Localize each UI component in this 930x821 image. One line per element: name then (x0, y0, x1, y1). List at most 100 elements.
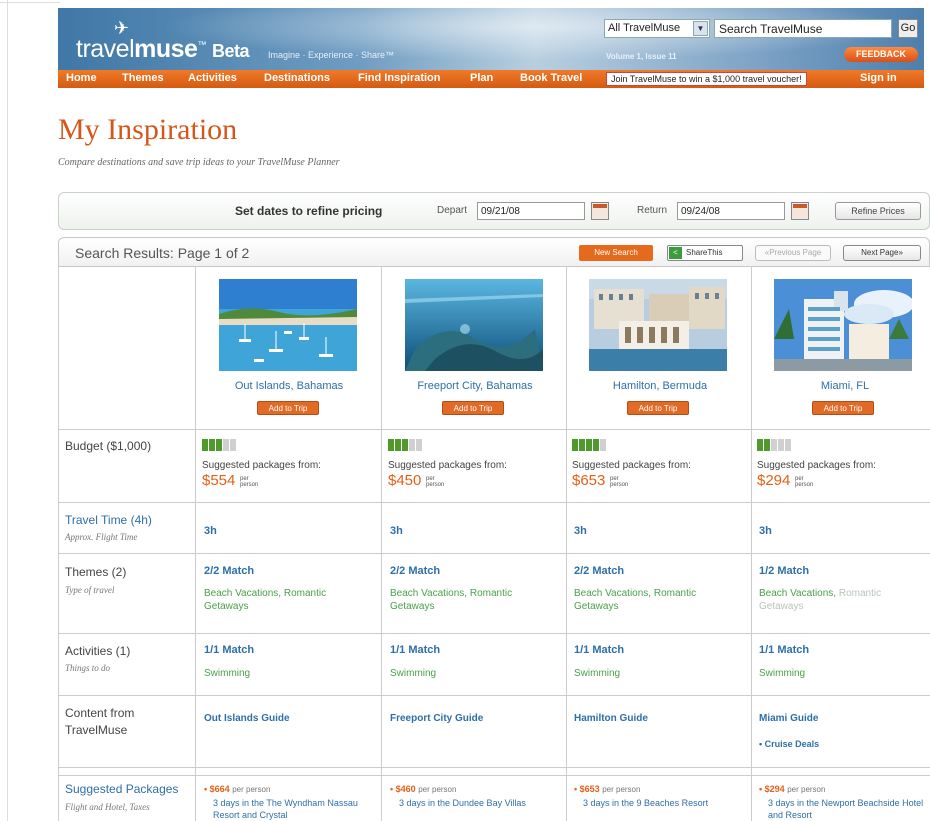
nav-home[interactable]: Home (66, 72, 97, 84)
travel-time-row-label[interactable]: Travel Time (4h) (65, 513, 152, 527)
package-offer-price[interactable]: • $294 per person (759, 784, 825, 794)
add-to-trip-button[interactable]: Add to Trip (442, 401, 504, 415)
calendar-icon[interactable] (791, 202, 809, 220)
activity-name: Swimming (574, 668, 621, 679)
travel-time-value: 3h (390, 525, 403, 537)
new-search-button[interactable]: New Search (579, 245, 653, 261)
packages-row-label[interactable]: Suggested Packages (65, 782, 178, 796)
share-this-button[interactable]: < ShareThis (667, 245, 743, 261)
activity-name: Swimming (204, 668, 251, 679)
per-person-unit: per person (426, 476, 444, 488)
share-icon: < (669, 247, 682, 259)
theme-list: Beach Vacations, Romantic Getaways (204, 587, 364, 613)
results-label: Search Results: Page 1 of 2 (75, 245, 250, 261)
person-line: person (610, 482, 629, 488)
promo-banner[interactable]: Join TravelMuse to win a $1,000 travel v… (606, 72, 807, 86)
package-offer-unit: per person (418, 785, 457, 794)
destination-name-link[interactable]: Hamilton, Bermuda (570, 380, 750, 392)
sign-in-link[interactable]: Sign in (860, 72, 897, 84)
destination-photo[interactable] (219, 279, 357, 371)
activity-match-value: 1/1 Match (204, 644, 255, 656)
next-page-button[interactable]: Next Page» (843, 245, 921, 261)
suggested-packages-text: Suggested packages from: (388, 460, 507, 471)
grid-column-divider (195, 267, 196, 821)
nav-activities[interactable]: Activities (188, 72, 237, 84)
destination-name-link[interactable]: Miami, FL (755, 380, 930, 392)
destination-photo[interactable] (589, 279, 727, 371)
search-go-button[interactable]: Go (898, 19, 918, 38)
site-scope-select[interactable]: All TravelMuse ▼ (604, 19, 710, 38)
destination-guide-link[interactable]: Freeport City Guide (390, 713, 483, 724)
destination-guide-link[interactable]: Hamilton Guide (574, 713, 648, 724)
package-offer-amount: $653 (579, 784, 600, 794)
destination-photo[interactable] (774, 279, 912, 371)
feedback-button[interactable]: FEEDBACK (844, 47, 918, 62)
grid-row-divider (59, 553, 930, 554)
package-offer-description[interactable]: 3 days in the The Wyndham Nassau Resort … (213, 797, 383, 821)
add-to-trip-button[interactable]: Add to Trip (257, 401, 319, 415)
theme-match-value: 2/2 Match (204, 565, 255, 577)
theme-match-value: 2/2 Match (390, 565, 441, 577)
package-offer-unit: per person (232, 785, 271, 794)
depart-date-input[interactable] (477, 202, 585, 220)
share-label: ShareThis (686, 248, 723, 257)
nav-book-travel[interactable]: Book Travel (520, 72, 582, 84)
destination-name-link[interactable]: Out Islands, Bahamas (199, 380, 379, 392)
travel-time-value: 3h (574, 525, 587, 537)
calendar-icon[interactable] (591, 202, 609, 220)
nav-plan[interactable]: Plan (470, 72, 493, 84)
package-offer-price[interactable]: • $653 per person (574, 784, 640, 794)
add-to-trip-button[interactable]: Add to Trip (812, 401, 874, 415)
previous-page-button[interactable]: «Previous Page (755, 245, 831, 261)
themes-matched: Beach Vacations, Romantic Getaways (390, 588, 513, 612)
chevron-down-icon[interactable]: ▼ (693, 21, 708, 36)
package-offer-description[interactable]: 3 days in the 9 Beaches Resort (583, 797, 753, 809)
budget-segment-filled (202, 439, 208, 451)
budget-segment-filled (579, 439, 585, 451)
logo-prefix: travel (76, 35, 135, 63)
logo-tm: ™ (197, 39, 206, 50)
add-to-trip-button[interactable]: Add to Trip (627, 401, 689, 415)
package-offer-price[interactable]: • $460 per person (390, 784, 456, 794)
package-offer-amount: $460 (395, 784, 416, 794)
package-offer-amount: $294 (764, 784, 785, 794)
budget-segment-filled (572, 439, 578, 451)
package-offer-price[interactable]: • $664 per person (204, 784, 270, 794)
package-offer-description[interactable]: 3 days in the Newport Beachside Hotel an… (768, 797, 930, 821)
destination-guide-link[interactable]: Miami Guide (759, 713, 818, 724)
page-top-border (0, 2, 60, 3)
travel-time-row-sub: Approx. Flight Time (65, 532, 138, 542)
budget-segment-empty (600, 439, 606, 451)
destination-guide-link[interactable]: Out Islands Guide (204, 713, 290, 724)
tagline: Imagine · Experience · Share™ (268, 50, 395, 60)
budget-segment-filled (388, 439, 394, 451)
site-logo[interactable]: travelmuse™ Beta (76, 35, 249, 64)
theme-list: Beach Vacations, Romantic Getaways (759, 587, 919, 613)
nav-destinations[interactable]: Destinations (264, 72, 330, 84)
page-title: My Inspiration (58, 113, 238, 146)
logo-beta: Beta (211, 41, 250, 61)
activity-match-value: 1/1 Match (390, 644, 441, 656)
budget-segment-filled (593, 439, 599, 451)
grid-row-divider (59, 429, 930, 430)
site-header: ✈ travelmuse™ Beta Imagine · Experience ·… (58, 8, 924, 70)
travel-time-value: 3h (759, 525, 772, 537)
budget-segment-empty (785, 439, 791, 451)
package-price: $653 (572, 472, 606, 489)
content-row-label-line2: TravelMuse (65, 723, 128, 737)
destination-photo[interactable] (405, 279, 543, 371)
package-offer-description[interactable]: 3 days in the Dundee Bay Villas (399, 797, 569, 809)
activity-name: Swimming (390, 668, 437, 679)
nav-find-inspiration[interactable]: Find Inspiration (358, 72, 441, 84)
refine-prices-button[interactable]: Refine Prices (835, 202, 921, 220)
return-date-input[interactable] (677, 202, 785, 220)
search-input[interactable] (714, 19, 892, 38)
nav-themes[interactable]: Themes (122, 72, 164, 84)
activity-match-value: 1/1 Match (759, 644, 810, 656)
per-person-unit: per person (240, 476, 258, 488)
budget-meter (757, 439, 792, 451)
cruise-deals-link[interactable]: • Cruise Deals (759, 739, 819, 749)
suggested-packages-text: Suggested packages from: (202, 460, 321, 471)
budget-segment-filled (216, 439, 222, 451)
destination-name-link[interactable]: Freeport City, Bahamas (385, 380, 565, 392)
